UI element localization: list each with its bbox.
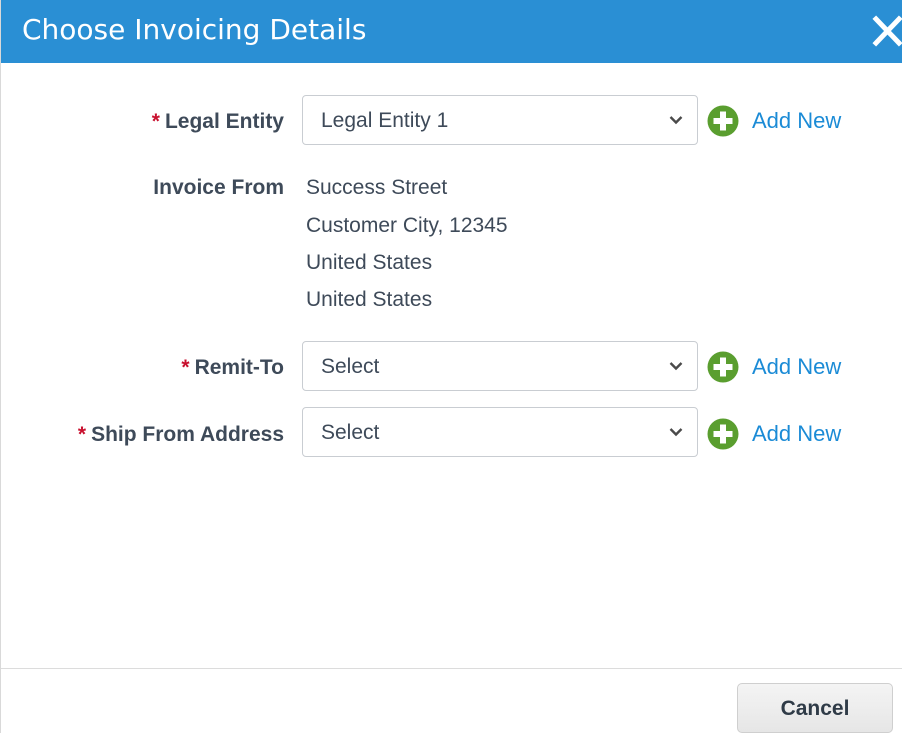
remit-to-select[interactable]: Select [302,341,698,391]
invoice-from-label: Invoice From [153,176,284,199]
ship-from-address-value: Select [321,421,380,444]
add-new-link[interactable]: Add New [752,354,841,380]
required-marker: * [77,423,87,446]
required-marker: * [181,356,190,379]
add-circle-icon [707,351,739,383]
invoicing-details-dialog: Choose Invoicing Details * Legal Entity L… [0,0,902,733]
address-line: United States [306,288,433,311]
legal-entity-label: * Legal Entity [151,110,284,133]
add-circle-icon [707,105,739,137]
address-line: Customer City, 12345 [306,214,508,237]
cancel-button[interactable]: Cancel [737,683,893,733]
required-marker: * [151,110,160,133]
dialog-title: Choose Invoicing Details [22,13,367,46]
remit-to-value: Select [321,355,380,378]
chevron-down-icon [669,428,683,437]
add-new-link[interactable]: Add New [752,108,841,134]
add-new-link[interactable]: Add New [752,421,841,447]
address-line: Success Street [306,176,448,199]
close-button[interactable] [872,14,902,48]
ship-from-address-label: * Ship From Address [77,423,284,446]
close-icon [872,15,902,47]
cancel-label: Cancel [780,697,850,720]
ship-from-address-select[interactable]: Select [302,407,698,457]
address-line: United States [306,251,433,274]
chevron-down-icon [669,362,683,371]
remit-to-label: * Remit-To [181,356,284,379]
legal-entity-select[interactable]: Legal Entity 1 [302,95,698,145]
footer-divider [1,668,902,669]
dialog-header: Choose Invoicing Details [1,0,902,63]
chevron-down-icon [669,116,683,125]
legal-entity-value: Legal Entity 1 [321,109,449,132]
add-circle-icon [707,418,739,450]
